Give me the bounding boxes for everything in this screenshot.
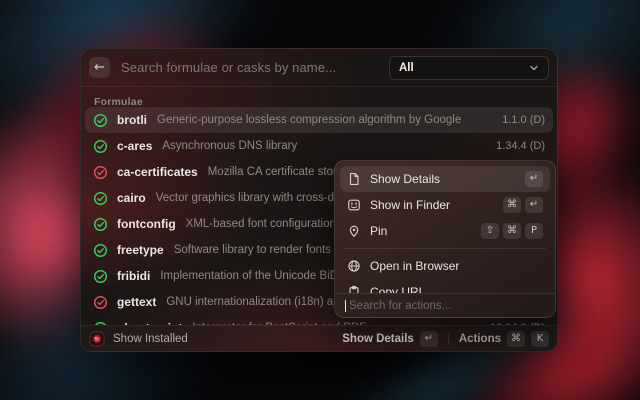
list-item-brotli[interactable]: brotli Generic-purpose lossless compress… [85,107,553,133]
status-bar-left: Show Installed [89,331,188,347]
formula-name: cairo [117,191,146,205]
chevron-down-icon [529,63,539,73]
status-bar-right: Show Details ↵ Actions ⌘ K [342,331,549,347]
formula-name: c-ares [117,139,152,153]
actions-search-placeholder: Search for actions... [349,300,451,312]
filter-dropdown-value: All [399,62,414,74]
finder-icon [347,198,361,212]
formula-description: Generic-purpose lossless compression alg… [157,114,492,126]
back-arrow-icon: ← [94,61,105,74]
pin-icon [347,224,361,238]
menu-separator [344,248,546,249]
check-circle-icon [93,243,108,258]
actions-menu: Show Details ↵ Show in Finder ⌘ ↵ Pin ⇧ … [334,160,556,318]
check-circle-icon [93,217,108,232]
check-circle-icon [93,113,108,128]
text-caret [345,300,346,312]
return-key-icon: ↵ [525,171,543,187]
menu-item-copy-url[interactable]: Copy URL [340,279,550,293]
menu-item-open-in-browser[interactable]: Open in Browser [340,253,550,279]
formula-name: ca-certificates [117,165,198,179]
formula-version: 1.34.4 (D) [496,140,545,152]
formula-name: brotli [117,113,147,127]
check-circle-icon [93,269,108,284]
formula-name: fribidi [117,269,150,283]
footer-divider [448,333,449,345]
search-header: ← Search formulae or casks by name... Al… [81,49,557,87]
filter-dropdown[interactable]: All [389,56,549,80]
list-item-c-ares[interactable]: c-ares Asynchronous DNS library 1.34.4 (… [85,133,553,159]
command-key-icon: ⌘ [503,223,521,239]
actions-button[interactable]: Actions [459,333,501,345]
p-key-icon: P [525,223,543,239]
menu-item-show-in-finder[interactable]: Show in Finder ⌘ ↵ [340,192,550,218]
show-installed-label[interactable]: Show Installed [113,333,188,345]
return-key-icon: ↵ [420,331,438,347]
menu-item-show-details[interactable]: Show Details ↵ [340,166,550,192]
command-key-icon: ⌘ [507,331,525,347]
return-key-icon: ↵ [525,197,543,213]
brew-extension-icon [89,331,105,347]
show-details-action[interactable]: Show Details [342,333,414,345]
back-button[interactable]: ← [89,57,110,78]
formula-name: gettext [117,295,156,309]
actions-menu-list: Show Details ↵ Show in Finder ⌘ ↵ Pin ⇧ … [335,161,555,293]
status-bar: Show Installed Show Details ↵ Actions ⌘ … [81,325,557,351]
menu-item-pin[interactable]: Pin ⇧ ⌘ P [340,218,550,244]
check-circle-icon [93,191,108,206]
formula-version: 1.1.0 (D) [502,114,545,126]
globe-icon [347,259,361,273]
formula-name: fontconfig [117,217,176,231]
shift-key-icon: ⇧ [481,223,499,239]
search-input[interactable]: Search formulae or casks by name... [121,60,336,75]
k-key-icon: K [531,331,549,347]
formula-description: Asynchronous DNS library [162,140,486,152]
check-circle-icon [93,165,108,180]
check-circle-icon [93,295,108,310]
command-key-icon: ⌘ [503,197,521,213]
check-circle-icon [93,139,108,154]
formula-name: freetype [117,243,164,257]
document-icon [347,172,361,186]
actions-search-input[interactable]: Search for actions... [335,293,555,317]
clipboard-icon [347,285,361,293]
